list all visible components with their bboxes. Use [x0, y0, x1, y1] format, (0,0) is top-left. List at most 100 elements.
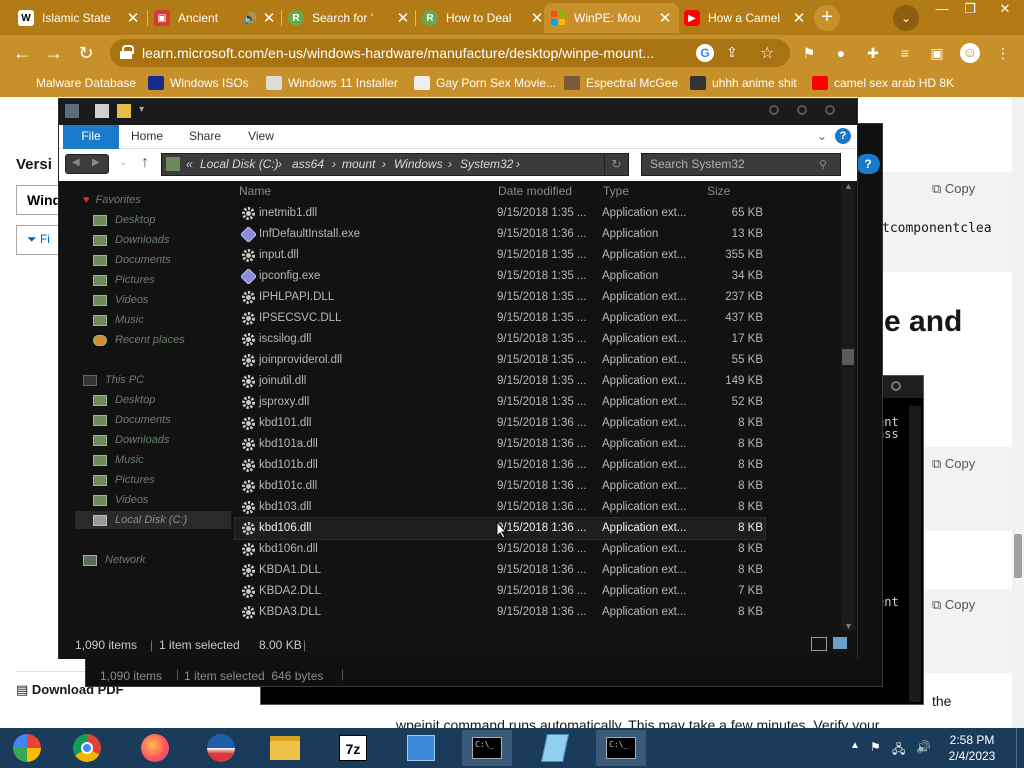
file-row[interactable]: KBDA1.DLL 9/15/2018 1:36 ... Application e…: [235, 560, 765, 581]
new-tab-button[interactable]: +: [814, 5, 840, 31]
bookmark-espectral-mcgee[interactable]: Espectral McGee: [564, 76, 678, 90]
title-bar[interactable]: ▾: [59, 99, 857, 125]
google-lens-icon[interactable]: G: [696, 44, 714, 62]
search-input[interactable]: Search System32: [641, 153, 841, 176]
file-row[interactable]: kbd101b.dll 9/15/2018 1:36 ... Application…: [235, 455, 765, 476]
scroll-thumb[interactable]: [842, 349, 854, 365]
bookmark-windows-11-installer[interactable]: Windows 11 Installer: [266, 76, 398, 90]
back-icon[interactable]: ◀: [72, 157, 80, 168]
close-icon[interactable]: ✕: [529, 9, 545, 27]
share-icon[interactable]: ⇪: [726, 44, 738, 61]
taskbar-chrome[interactable]: [62, 730, 112, 766]
close-icon[interactable]: ✕: [657, 9, 673, 27]
page-scrollbar[interactable]: [1012, 97, 1024, 728]
tab-view[interactable]: View: [241, 125, 281, 149]
taskbar-control-panel[interactable]: [396, 730, 446, 766]
extension-flag-icon[interactable]: ⚑: [800, 44, 818, 62]
nav-pc-videos[interactable]: Videos: [93, 491, 148, 509]
tab-ancient[interactable]: ▣ Ancient 🔊 ✕: [148, 3, 283, 33]
volume-icon[interactable]: 🔊: [916, 740, 931, 754]
star-icon[interactable]: ☆: [760, 43, 774, 63]
tab-file[interactable]: File: [63, 125, 119, 149]
forward-icon[interactable]: ▶: [92, 157, 100, 168]
minimize-icon[interactable]: [769, 105, 779, 115]
bookmark-camel[interactable]: camel sex arab HD 8K: [812, 76, 954, 90]
profile-avatar-icon[interactable]: ☺: [960, 43, 980, 63]
large-icons-view-icon[interactable]: [833, 637, 847, 649]
tab-search-button[interactable]: ⌄: [893, 5, 919, 31]
taskbar-7zip[interactable]: 7z: [328, 730, 378, 766]
file-row[interactable]: kbd106n.dll 9/15/2018 1:36 ... Application…: [235, 539, 765, 560]
bookmark-movie[interactable]: Gay Porn Sex Movie...: [414, 76, 556, 90]
taskbar-cmd-1[interactable]: C:\_: [462, 730, 512, 766]
nav-pc-desktop[interactable]: Desktop: [93, 391, 155, 409]
file-row[interactable]: KBDA3.DLL 9/15/2018 1:36 ... Application e…: [235, 602, 765, 623]
refresh-icon[interactable]: ↻: [604, 154, 628, 175]
speaker-icon[interactable]: 🔊: [243, 12, 257, 25]
back-forward-buttons[interactable]: ◀ ▶: [65, 154, 109, 174]
details-view-icon[interactable]: [811, 637, 827, 651]
nav-pc-documents[interactable]: Documents: [93, 411, 171, 429]
breadcrumb-system32[interactable]: System32: [460, 157, 513, 171]
tab-islamic-state[interactable]: W Islamic State ✕: [12, 3, 147, 33]
nav-pc-pictures[interactable]: Pictures: [93, 471, 155, 489]
breadcrumb-local-disk[interactable]: Local Disk (C:): [200, 157, 279, 171]
search-icon[interactable]: ⚲: [819, 158, 827, 171]
tab-how-a-camel[interactable]: ▶ How a Camel ✕: [678, 3, 813, 33]
column-name[interactable]: Name: [239, 181, 271, 201]
copy-button[interactable]: ⧉ Copy: [932, 181, 975, 197]
reload-icon[interactable]: ↻: [74, 41, 98, 65]
taskbar-file-explorer[interactable]: [260, 730, 310, 766]
bookmark-malware-database[interactable]: Malware Database: [36, 76, 136, 90]
flag-icon[interactable]: ⚑: [870, 740, 881, 754]
close-icon[interactable]: ✕: [125, 9, 141, 27]
file-row[interactable]: IPSECSVC.DLL 9/15/2018 1:35 ... Applicatio…: [235, 308, 765, 329]
minimize-icon[interactable]: —: [927, 0, 957, 20]
up-arrow-icon[interactable]: ↑: [141, 154, 149, 172]
breadcrumb-windows[interactable]: Windows: [394, 157, 443, 171]
close-icon[interactable]: ✕: [791, 9, 807, 27]
maximize-icon[interactable]: [797, 105, 807, 115]
taskbar-firefox[interactable]: [130, 730, 180, 766]
taskbar-obama[interactable]: [196, 730, 246, 766]
cmd-scrollbar[interactable]: [909, 406, 921, 702]
nav-fav-documents[interactable]: Documents: [93, 251, 171, 269]
file-row[interactable]: kbd101.dll 9/15/2018 1:36 ... Application …: [235, 413, 765, 434]
new-folder-icon[interactable]: [117, 104, 131, 118]
back-icon[interactable]: ←: [10, 41, 34, 65]
restore-icon[interactable]: ❐: [955, 0, 985, 20]
scroll-down-icon[interactable]: ▼: [844, 621, 853, 631]
network-tray-icon[interactable]: 🖧: [892, 740, 905, 761]
tab-search-for[interactable]: R Search for ' ✕: [282, 3, 417, 33]
nav-this-pc[interactable]: This PC: [83, 371, 144, 389]
tab-winpe[interactable]: WinPE: Mou ✕: [544, 3, 679, 33]
nav-pc-music[interactable]: Music: [93, 451, 144, 469]
side-panel-icon[interactable]: ▣: [928, 44, 946, 62]
clock[interactable]: 2:58 PM 2/4/2023: [942, 732, 1002, 764]
extension-avatar-icon[interactable]: ●: [832, 44, 850, 62]
taskbar-notepad[interactable]: [530, 730, 580, 766]
properties-icon[interactable]: [95, 104, 109, 118]
nav-fav-music[interactable]: Music: [93, 311, 144, 329]
close-icon[interactable]: ✕: [395, 9, 411, 27]
column-size[interactable]: Size: [707, 181, 730, 201]
reading-list-icon[interactable]: ≡: [896, 44, 914, 62]
file-row[interactable]: InfDefaultInstall.exe 9/15/2018 1:36 ... A…: [235, 224, 765, 245]
breadcrumb-ass64[interactable]: ass64: [292, 157, 324, 171]
menu-kebab-icon[interactable]: ⋮: [994, 44, 1012, 62]
file-row[interactable]: joinutil.dll 9/15/2018 1:35 ... Applicatio…: [235, 371, 765, 392]
file-row[interactable]: kbd101a.dll 9/15/2018 1:36 ... Application…: [235, 434, 765, 455]
bookmark-anime[interactable]: uhhh anime shit: [690, 76, 797, 90]
file-row[interactable]: inetmib1.dll 9/15/2018 1:35 ... Applicatio…: [235, 203, 765, 224]
file-row[interactable]: KBDA2.DLL 9/15/2018 1:36 ... Application e…: [235, 581, 765, 602]
show-hidden-icons-icon[interactable]: ▲: [850, 740, 860, 751]
breadcrumb-mount[interactable]: mount: [342, 157, 375, 171]
nav-pc-downloads[interactable]: Downloads: [93, 431, 169, 449]
nav-favorites[interactable]: ♥ Favorites: [83, 191, 141, 209]
url-text[interactable]: learn.microsoft.com/en-us/windows-hardwa…: [142, 45, 654, 61]
help-icon[interactable]: ?: [835, 128, 851, 144]
column-type[interactable]: Type: [603, 181, 629, 201]
nav-fav-videos[interactable]: Videos: [93, 291, 148, 309]
show-desktop-button[interactable]: [1016, 728, 1024, 768]
start-button[interactable]: [2, 730, 52, 766]
